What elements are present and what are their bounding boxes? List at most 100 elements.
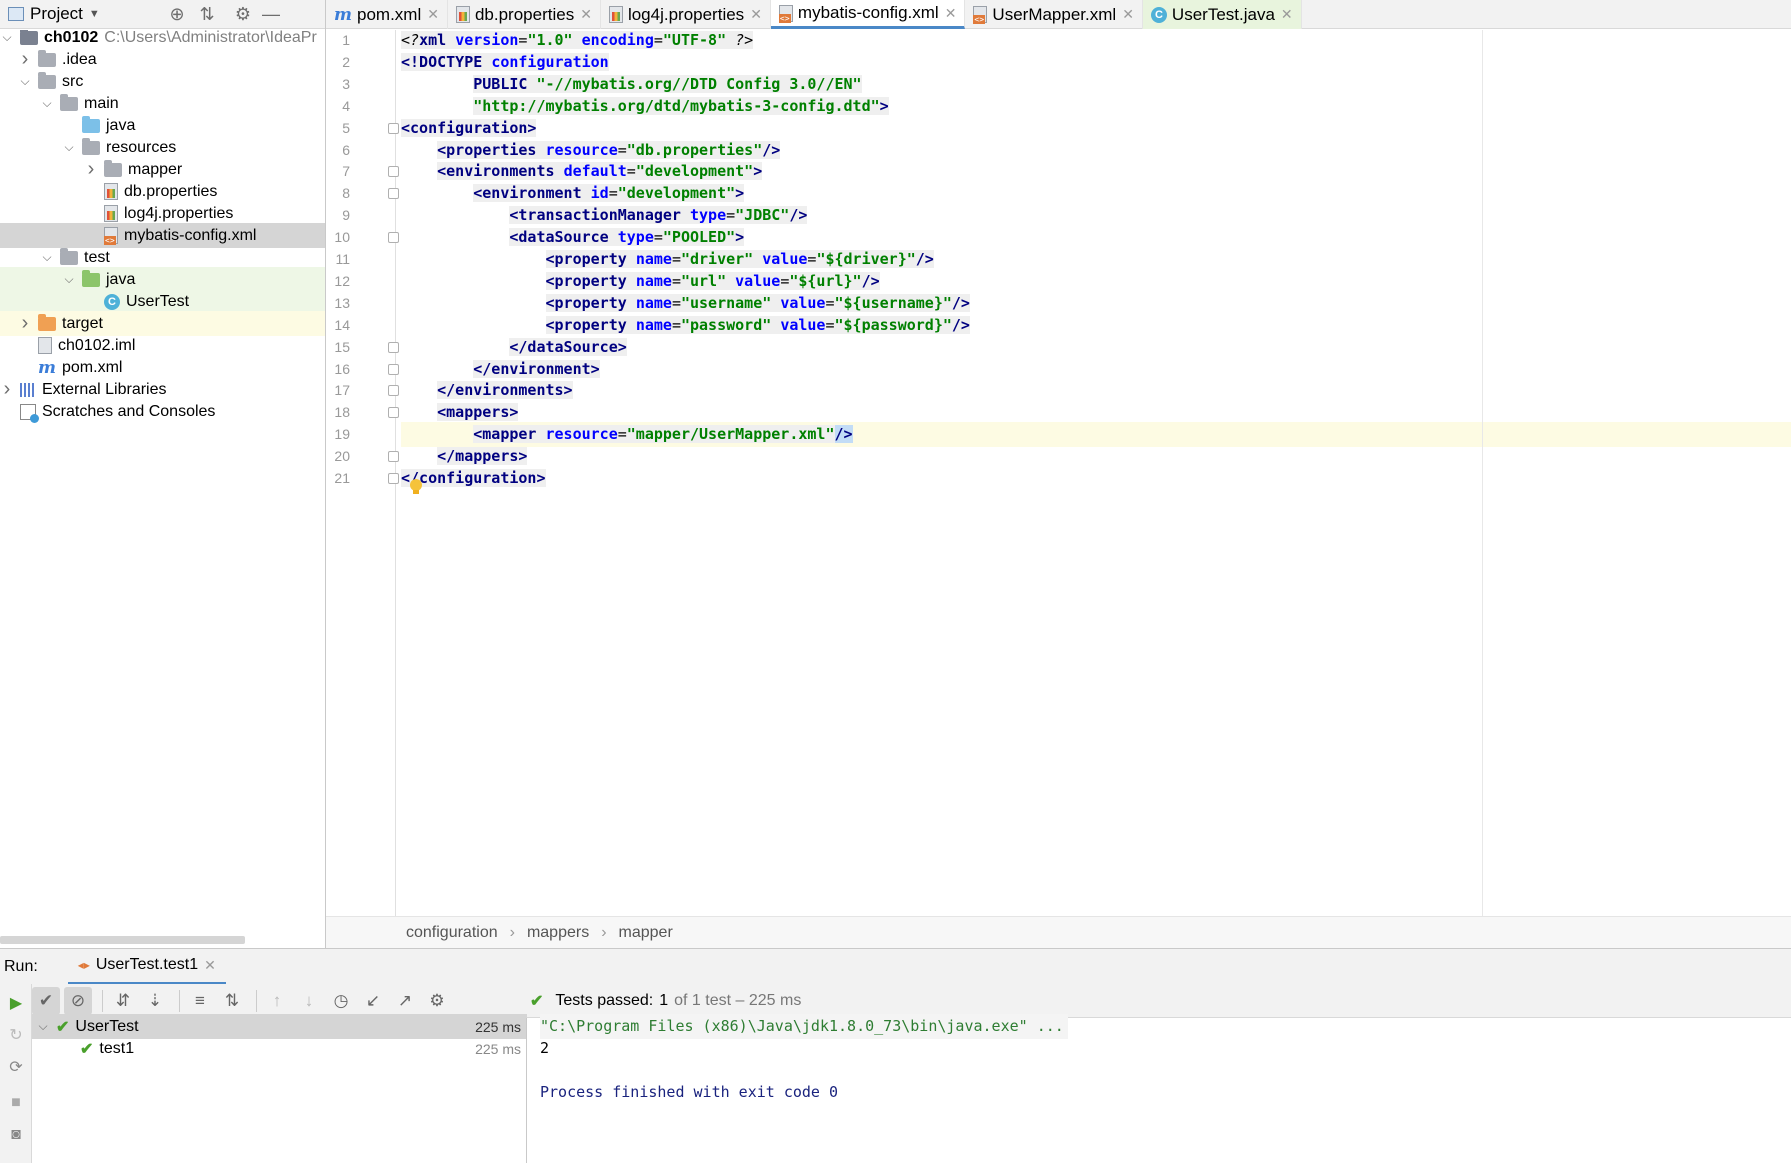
console-line: "C:\Program Files (x86)\Java\jdk1.8.0_73… bbox=[540, 1014, 1068, 1039]
code-text bbox=[771, 315, 781, 334]
rerun-failed-icon[interactable]: ↻ bbox=[5, 1024, 27, 1046]
pane-divider[interactable] bbox=[526, 1018, 527, 1163]
rerun-icon[interactable]: ▶ bbox=[5, 992, 27, 1014]
gear-icon[interactable]: ⚙ bbox=[232, 3, 254, 25]
lightbulb-icon[interactable] bbox=[409, 478, 423, 496]
xml-attribute: value bbox=[762, 250, 808, 268]
tab-label: pom.xml bbox=[357, 4, 422, 24]
tab-log4j-properties[interactable]: log4j.properties ✕ bbox=[601, 0, 771, 29]
tab-run-config[interactable]: ◂▸ UserTest.test1 ✕ bbox=[67, 949, 226, 985]
tab-pom-xml[interactable]: m pom.xml ✕ bbox=[326, 0, 448, 29]
fold-marker-icon[interactable] bbox=[388, 188, 399, 200]
xml-attribute: name bbox=[635, 250, 672, 268]
test-duration: 225 ms bbox=[475, 1018, 521, 1035]
locate-icon[interactable]: ⊕ bbox=[166, 3, 188, 25]
tree-item-label: Scratches and Consoles bbox=[42, 402, 216, 420]
chevron-right-icon[interactable]: › bbox=[0, 378, 14, 401]
check-icon: ✔ bbox=[80, 1040, 94, 1058]
close-icon[interactable]: ✕ bbox=[1281, 6, 1293, 23]
code-text: = bbox=[671, 293, 681, 312]
fold-marker-icon[interactable] bbox=[388, 407, 399, 419]
chevron-down-icon[interactable]: ⌵ bbox=[36, 1019, 50, 1034]
show-passed-icon[interactable]: ✔ bbox=[32, 986, 60, 1015]
chevron-down-icon[interactable]: ⌵ bbox=[18, 74, 32, 89]
code-text: = bbox=[671, 315, 681, 334]
minimize-icon[interactable]: — bbox=[260, 3, 282, 25]
close-icon[interactable]: ✕ bbox=[945, 5, 957, 22]
fold-marker-icon[interactable] bbox=[388, 473, 399, 484]
tree-item-label: db.properties bbox=[124, 182, 218, 200]
fold-marker-icon[interactable] bbox=[388, 451, 399, 463]
tab-usertest-java[interactable]: C UserTest.java ✕ bbox=[1142, 0, 1302, 29]
xml-tag: <configuration> bbox=[401, 118, 537, 137]
close-icon[interactable]: ✕ bbox=[750, 6, 762, 23]
chevron-right-icon[interactable]: › bbox=[18, 312, 32, 335]
fold-marker-icon[interactable] bbox=[388, 341, 399, 353]
code-area[interactable]: <?xml version="1.0" encoding="UTF-8" ?> <… bbox=[401, 30, 1791, 916]
chevron-right-icon[interactable]: › bbox=[18, 48, 32, 71]
fold-marker-icon[interactable] bbox=[388, 232, 399, 244]
fold-marker-icon[interactable] bbox=[388, 122, 399, 134]
console-output[interactable]: "C:\Program Files (x86)\Java\jdk1.8.0_73… bbox=[540, 1014, 1790, 1163]
chevron-down-icon[interactable]: ⌵ bbox=[40, 250, 54, 265]
collapse-all-icon[interactable]: ⇅ bbox=[218, 987, 246, 1015]
chevron-right-icon[interactable]: › bbox=[84, 158, 98, 181]
tab-db-properties[interactable]: db.properties ✕ bbox=[448, 0, 601, 29]
tree-item-label: main bbox=[84, 94, 119, 112]
fold-marker-icon[interactable] bbox=[388, 385, 399, 397]
history-icon[interactable]: ◷ bbox=[327, 987, 355, 1015]
toggle-auto-test-icon[interactable]: ⟳ bbox=[5, 1056, 27, 1078]
export-tests-icon[interactable]: ↗ bbox=[391, 987, 419, 1015]
sort-by-duration-icon[interactable]: ⇣ bbox=[141, 987, 169, 1015]
tab-usermapper-xml[interactable]: UserMapper.xml ✕ bbox=[965, 0, 1143, 29]
xml-attribute: value bbox=[780, 315, 826, 334]
previous-failed-icon[interactable]: ↑ bbox=[263, 987, 291, 1015]
tab-mybatis-config-xml[interactable]: mybatis-config.xml ✕ bbox=[770, 0, 966, 29]
chevron-down-icon[interactable]: ⌵ bbox=[62, 272, 76, 287]
properties-file-icon bbox=[104, 205, 118, 222]
horizontal-scrollbar[interactable] bbox=[0, 936, 245, 944]
tree-item-label: log4j.properties bbox=[124, 204, 234, 222]
code-editor[interactable]: 1 2 3 4 5 6 7 8 9 10 11 12 13 14 15 16 17 18 19 20 21 <?xml … bbox=[326, 30, 1791, 916]
stop-icon[interactable]: ■ bbox=[5, 1092, 27, 1114]
code-text bbox=[726, 271, 736, 290]
expand-all-icon[interactable]: ≡ bbox=[186, 987, 214, 1015]
settings-icon[interactable]: ⚙ bbox=[423, 987, 451, 1015]
fold-marker-icon[interactable] bbox=[388, 166, 399, 178]
test-result-row[interactable]: ✔ test1 225 ms bbox=[32, 1036, 527, 1061]
close-icon[interactable]: ✕ bbox=[1122, 6, 1134, 23]
breadcrumb-item[interactable]: mapper bbox=[619, 924, 673, 942]
code-text: = bbox=[825, 315, 835, 334]
breadcrumb-item[interactable]: configuration bbox=[406, 924, 498, 942]
breadcrumb-item[interactable]: mappers bbox=[527, 924, 589, 942]
show-ignored-icon[interactable]: ⊘ bbox=[64, 986, 92, 1015]
xml-attribute: type bbox=[617, 228, 654, 247]
project-view-selector[interactable]: Project ▼ bbox=[8, 4, 100, 24]
close-icon[interactable]: ✕ bbox=[427, 6, 439, 23]
import-tests-icon[interactable]: ↙ bbox=[359, 987, 387, 1015]
xml-attribute: value bbox=[780, 293, 826, 312]
project-view-icon bbox=[8, 7, 24, 21]
collapse-all-icon[interactable]: ⇅ bbox=[196, 3, 218, 25]
tree-item-label: ch0102.iml bbox=[58, 336, 136, 354]
next-failed-icon[interactable]: ↓ bbox=[295, 987, 323, 1015]
tree-item[interactable]: Scratches and Consoles bbox=[0, 399, 326, 424]
sort-alphabetically-icon[interactable]: ⇵ bbox=[109, 987, 137, 1015]
excluded-folder-icon bbox=[38, 313, 56, 331]
chevron-down-icon[interactable]: ⌵ bbox=[40, 96, 54, 111]
close-icon[interactable]: ✕ bbox=[580, 6, 592, 23]
camera-icon[interactable]: ◙ bbox=[5, 1124, 27, 1146]
status-count: 1 bbox=[659, 992, 669, 1009]
code-text: ?> bbox=[726, 31, 754, 49]
close-icon[interactable]: ✕ bbox=[204, 957, 216, 974]
fold-marker-icon[interactable] bbox=[388, 363, 399, 375]
chevron-down-icon[interactable]: ⌵ bbox=[0, 30, 14, 45]
tree-item-label: External Libraries bbox=[42, 380, 167, 398]
xml-value: "UTF-8" bbox=[662, 31, 727, 49]
xml-tag: <transactionManager bbox=[509, 206, 690, 225]
chevron-down-icon[interactable]: ⌵ bbox=[62, 140, 76, 155]
